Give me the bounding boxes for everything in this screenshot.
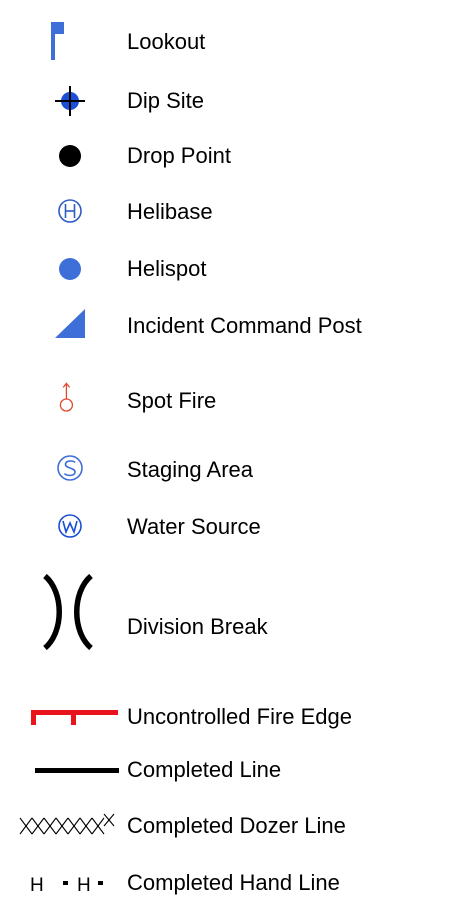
hand-line-h-icon: H H	[30, 875, 103, 896]
legend-label: Completed Hand Line	[127, 870, 340, 895]
staging-area-circled-s-icon	[57, 455, 83, 481]
legend-label: Uncontrolled Fire Edge	[127, 704, 353, 729]
legend-item-drop-point: Drop Point	[0, 136, 450, 176]
legend-label: Lookout	[127, 29, 206, 54]
spot-fire-icon	[59, 382, 74, 412]
legend-item-completed-dozer-line: Completed Dozer Line	[0, 806, 450, 846]
helispot-dot-icon	[59, 258, 81, 280]
hand-line-glyph: H	[30, 875, 44, 896]
legend-label: Dip Site	[127, 88, 205, 113]
dip-site-crosshair-icon	[55, 86, 85, 116]
legend-item-division-break: Division Break	[0, 573, 450, 651]
dozer-line-xxx-icon	[19, 813, 115, 835]
legend-label: Completed Line	[127, 757, 282, 782]
legend-label: Division Break	[127, 614, 268, 639]
map-symbol-legend: Lookout Dip Site Drop Point Helibase Hel…	[0, 0, 450, 922]
hand-line-glyph: H	[77, 875, 91, 896]
fire-edge-line-icon	[31, 710, 118, 725]
legend-item-lookout: Lookout	[0, 22, 450, 62]
legend-item-helispot: Helispot	[0, 249, 450, 289]
legend-label: Spot Fire	[127, 388, 217, 413]
legend-item-incident-command-post: Incident Command Post	[0, 306, 450, 346]
incident-command-post-icon	[55, 309, 85, 338]
legend-label: Incident Command Post	[127, 313, 362, 338]
legend-item-staging-area: Staging Area	[0, 450, 450, 490]
legend-item-spot-fire: Spot Fire	[0, 381, 450, 421]
legend-item-helibase: Helibase	[0, 192, 450, 232]
completed-line-icon	[35, 768, 119, 773]
legend-item-completed-line: Completed Line	[0, 750, 450, 790]
legend-item-uncontrolled-fire-edge: Uncontrolled Fire Edge	[0, 697, 450, 737]
lookout-flag-icon	[51, 22, 64, 60]
legend-label: Staging Area	[127, 457, 253, 482]
legend-item-dip-site: Dip Site	[0, 81, 450, 121]
helibase-circled-h-icon	[58, 199, 82, 223]
legend-item-completed-hand-line: H H Completed Hand Line	[0, 863, 450, 903]
legend-label: Helispot	[127, 256, 207, 281]
water-source-circled-w-icon	[58, 514, 82, 538]
division-break-brackets-icon	[43, 573, 93, 651]
legend-label: Completed Dozer Line	[127, 813, 346, 838]
legend-label: Drop Point	[127, 143, 231, 168]
legend-label: Helibase	[127, 199, 213, 224]
legend-item-water-source: Water Source	[0, 507, 450, 547]
legend-label: Water Source	[127, 514, 261, 539]
drop-point-dot-icon	[59, 145, 81, 167]
